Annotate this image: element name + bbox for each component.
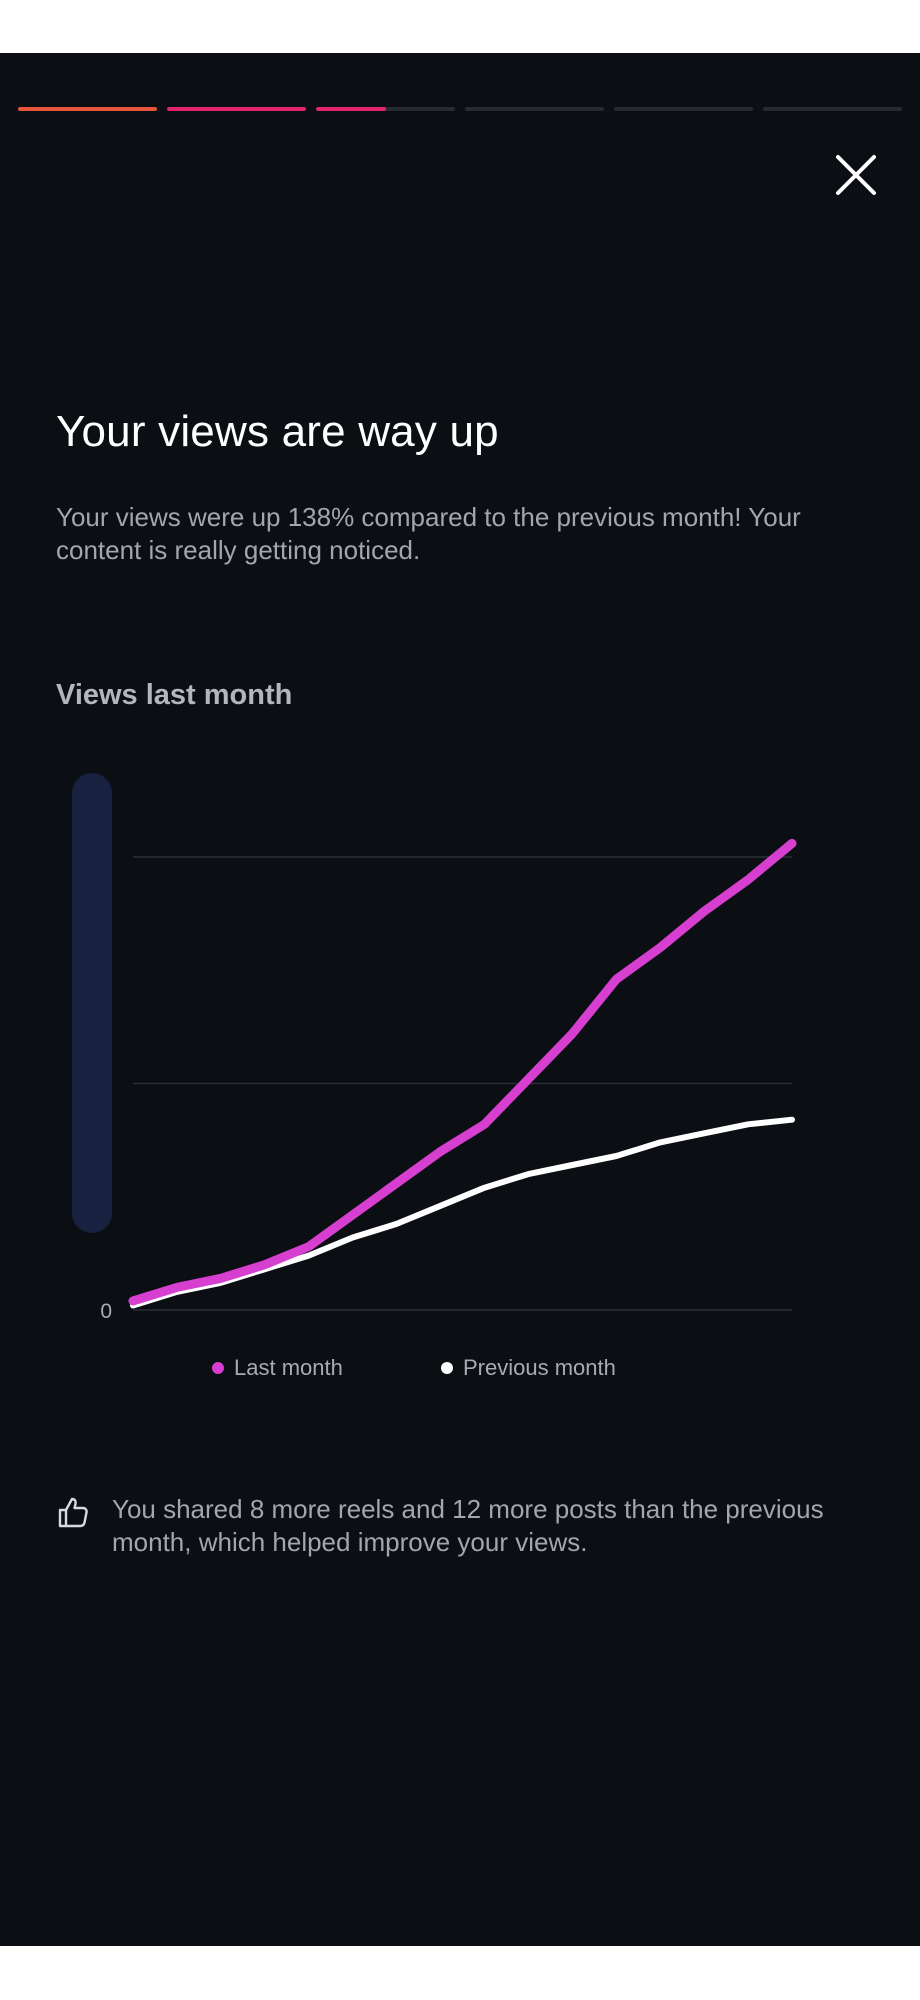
insight-row: You shared 8 more reels and 12 more post… [56,1493,856,1559]
legend-item-previous-month: Previous month [441,1355,616,1381]
chart-legend: Last month Previous month [0,1355,920,1389]
progress-segment [18,107,157,111]
close-button[interactable] [830,149,882,201]
y-tick-label: 0 [100,1300,112,1323]
progress-segment-fill [167,107,306,111]
progress-segment [167,107,306,111]
progress-segment [763,107,902,111]
progress-segment [614,107,753,111]
thumbs-up-icon [58,1497,88,1528]
progress-segment-fill [316,107,386,111]
page-subtitle: Your views were up 138% compared to the … [56,502,801,565]
series-line-last-month [128,838,797,1306]
legend-dot-previous-month [441,1362,453,1374]
close-icon [836,155,876,195]
chart-title: Views last month [56,679,293,711]
insight-text: You shared 8 more reels and 12 more post… [112,1494,824,1557]
views-line-chart: 0 [100,838,797,1323]
legend-dot-last-month [212,1362,224,1374]
progress-segment [465,107,604,111]
legend-item-last-month: Last month [212,1355,343,1381]
legend-label-last-month: Last month [234,1355,343,1380]
page-title: Your views are way up [56,407,499,456]
story-progress-bar [18,107,902,112]
progress-segment [316,107,455,111]
legend-label-previous-month: Previous month [463,1355,616,1380]
progress-segment-fill [18,107,157,111]
story-screen: Your views are way up Your views were up… [0,53,920,1946]
